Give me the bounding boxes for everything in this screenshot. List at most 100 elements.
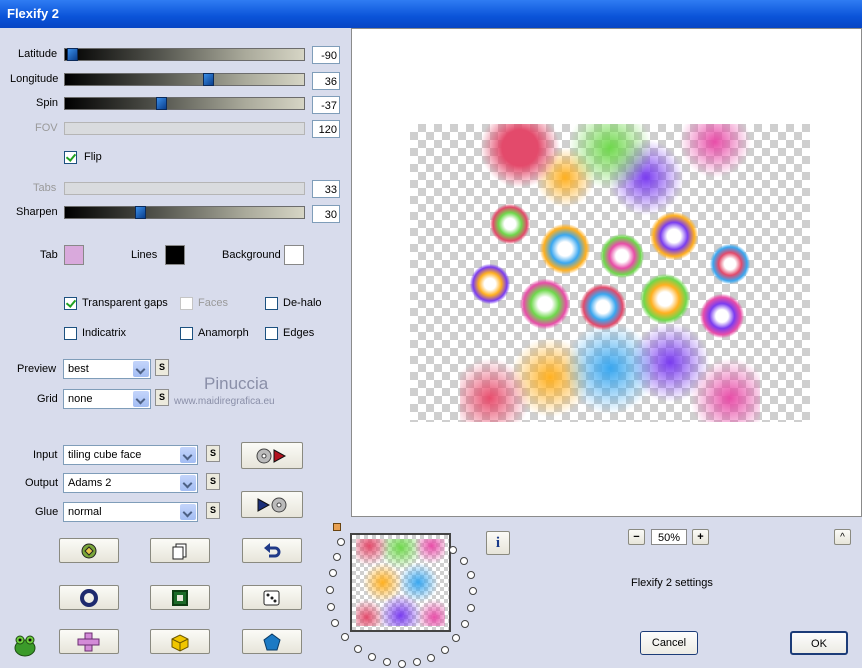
indicatrix-checkbox[interactable] bbox=[64, 327, 77, 340]
anamorph-checkbox[interactable] bbox=[180, 327, 193, 340]
rotation-dot[interactable] bbox=[329, 569, 337, 577]
square-icon bbox=[172, 589, 188, 606]
randomize-icon bbox=[81, 543, 97, 558]
preview-s-button[interactable]: S bbox=[155, 359, 169, 376]
rotation-dot[interactable] bbox=[467, 571, 475, 579]
fov-value[interactable]: 120 bbox=[312, 120, 340, 138]
info-button[interactable]: i bbox=[486, 531, 510, 555]
rotation-dot[interactable] bbox=[449, 546, 457, 554]
fov-label: FOV bbox=[35, 122, 58, 134]
preview-dropdown[interactable]: best bbox=[63, 359, 151, 379]
cross-button[interactable] bbox=[59, 629, 119, 654]
undo-button[interactable] bbox=[242, 538, 302, 563]
rotation-dot[interactable] bbox=[341, 633, 349, 641]
rotation-dot[interactable] bbox=[461, 620, 469, 628]
glue-s-button[interactable]: S bbox=[206, 502, 220, 519]
lines-color-swatch[interactable] bbox=[165, 245, 185, 265]
output-s-button[interactable]: S bbox=[206, 473, 220, 490]
faces-label: Faces bbox=[198, 297, 228, 309]
output-dropdown[interactable]: Adams 2 bbox=[63, 473, 198, 493]
output-dropdown-value: Adams 2 bbox=[68, 477, 112, 489]
sharpen-slider-thumb[interactable] bbox=[135, 206, 146, 219]
rotation-dot[interactable] bbox=[326, 586, 334, 594]
tabs-slider bbox=[64, 182, 305, 195]
background-color-swatch[interactable] bbox=[284, 245, 304, 265]
fov-slider bbox=[64, 122, 305, 135]
pentagon-button[interactable] bbox=[242, 629, 302, 654]
rotation-dot[interactable] bbox=[413, 658, 421, 666]
latitude-label: Latitude bbox=[18, 48, 58, 60]
tab-color-swatch[interactable] bbox=[64, 245, 84, 265]
cancel-button[interactable]: Cancel bbox=[640, 631, 698, 655]
frog-logo-icon bbox=[14, 635, 36, 657]
zoom-level: 50% bbox=[651, 529, 687, 545]
copy-button[interactable] bbox=[150, 538, 210, 563]
thumbnail-image[interactable] bbox=[350, 533, 451, 632]
sharpen-value[interactable]: 30 bbox=[312, 205, 340, 223]
thumbnail-handle[interactable] bbox=[333, 523, 341, 531]
grid-dropdown[interactable]: none bbox=[63, 389, 151, 409]
preview-from-play-button[interactable] bbox=[241, 491, 303, 518]
chevron-down-icon bbox=[180, 475, 196, 491]
longitude-slider-thumb[interactable] bbox=[203, 73, 214, 86]
glue-dropdown[interactable]: normal bbox=[63, 502, 198, 522]
rotation-dot[interactable] bbox=[337, 538, 345, 546]
rotation-dot[interactable] bbox=[469, 587, 477, 595]
indicatrix-label: Indicatrix bbox=[82, 327, 127, 339]
latitude-slider[interactable] bbox=[64, 48, 305, 61]
longitude-label: Longitude bbox=[10, 73, 59, 85]
plus-icon: + bbox=[697, 531, 704, 543]
longitude-slider[interactable] bbox=[64, 73, 305, 86]
flip-label: Flip bbox=[84, 151, 102, 163]
dice-button[interactable] bbox=[242, 585, 302, 610]
background-color-label: Background bbox=[222, 249, 281, 261]
grid-label: Grid bbox=[37, 393, 58, 405]
circle-button[interactable] bbox=[59, 585, 119, 610]
play-disk-icon bbox=[256, 448, 287, 463]
anamorph-label: Anamorph bbox=[198, 327, 249, 339]
dice-icon bbox=[263, 590, 280, 605]
square-button[interactable] bbox=[150, 585, 210, 610]
zoom-in-button[interactable]: + bbox=[692, 529, 709, 545]
rotation-dot[interactable] bbox=[452, 634, 460, 642]
rotation-dot[interactable] bbox=[441, 646, 449, 654]
rotation-dot[interactable] bbox=[331, 619, 339, 627]
tabs-value[interactable]: 33 bbox=[312, 180, 340, 198]
input-dropdown[interactable]: tiling cube face bbox=[63, 445, 198, 465]
input-label: Input bbox=[33, 449, 58, 461]
zoom-out-button[interactable]: − bbox=[628, 529, 645, 545]
ok-button[interactable]: OK bbox=[790, 631, 848, 655]
collapse-button[interactable]: ^ bbox=[834, 529, 851, 545]
latitude-value[interactable]: -90 bbox=[312, 46, 340, 64]
grid-s-button[interactable]: S bbox=[155, 389, 169, 406]
minus-icon: − bbox=[633, 531, 640, 543]
preview-canvas[interactable] bbox=[351, 28, 862, 517]
sharpen-slider[interactable] bbox=[64, 206, 305, 219]
cube-button[interactable] bbox=[150, 629, 210, 654]
rotation-dot[interactable] bbox=[467, 604, 475, 612]
de-halo-checkbox[interactable] bbox=[265, 297, 278, 310]
edges-checkbox[interactable] bbox=[265, 327, 278, 340]
input-s-button[interactable]: S bbox=[206, 445, 220, 462]
spin-label: Spin bbox=[36, 97, 59, 109]
edges-label: Edges bbox=[283, 327, 315, 339]
spin-slider-thumb[interactable] bbox=[156, 97, 167, 110]
rotation-dot[interactable] bbox=[354, 645, 362, 653]
grid-dropdown-value: none bbox=[68, 393, 93, 405]
flip-checkbox[interactable] bbox=[64, 151, 77, 164]
randomize-button[interactable] bbox=[59, 538, 119, 563]
transparent-gaps-checkbox[interactable] bbox=[64, 297, 77, 310]
spin-value[interactable]: -37 bbox=[312, 96, 340, 114]
rotation-dot[interactable] bbox=[427, 654, 435, 662]
rotation-dot[interactable] bbox=[333, 553, 341, 561]
title-bar[interactable]: Flexify 2 bbox=[0, 0, 862, 28]
circle-icon bbox=[80, 588, 98, 607]
latitude-slider-thumb[interactable] bbox=[67, 48, 78, 61]
longitude-value[interactable]: 36 bbox=[312, 72, 340, 90]
rotation-dot[interactable] bbox=[368, 653, 376, 661]
spin-slider[interactable] bbox=[64, 97, 305, 110]
play-to-preview-button[interactable] bbox=[241, 442, 303, 469]
rotation-dot[interactable] bbox=[383, 658, 391, 666]
rotation-dot[interactable] bbox=[460, 557, 468, 565]
rotation-dot[interactable] bbox=[327, 603, 335, 611]
